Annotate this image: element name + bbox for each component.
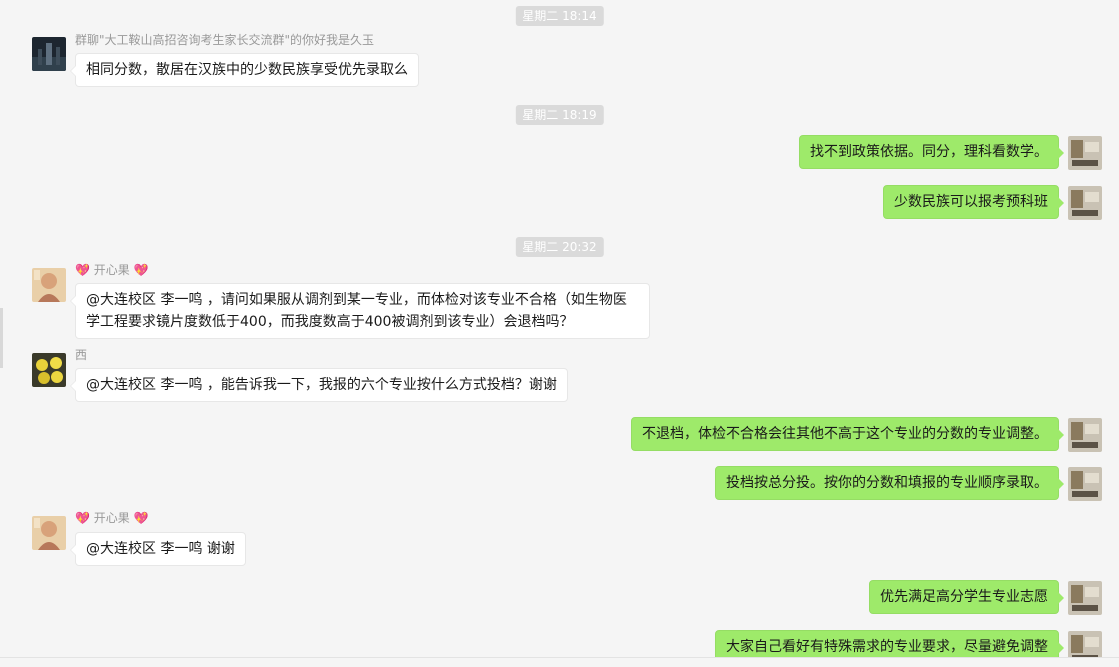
avatar-group-member[interactable] <box>32 37 66 71</box>
message-bubble-outgoing[interactable]: 优先满足高分学生专业志愿 <box>869 580 1064 614</box>
message-text: 找不到政策依据。同分，理科看数学。 <box>810 144 1048 160</box>
sender-name: 开心果 <box>93 511 130 525</box>
timestamp-2: 星期二 18:19 <box>515 105 604 125</box>
photo-avatar-icon <box>32 37 66 71</box>
photo-avatar-icon <box>32 353 66 387</box>
avatar-self[interactable] <box>1068 467 1102 501</box>
scrollbar[interactable] <box>0 308 3 368</box>
avatar-self[interactable] <box>1068 581 1102 615</box>
timestamp-3: 星期二 20:32 <box>515 237 604 257</box>
photo-avatar-icon <box>32 268 66 302</box>
message-bubble-outgoing[interactable]: 找不到政策依据。同分，理科看数学。 <box>799 135 1064 169</box>
sender-name-xi: 西 <box>75 348 88 362</box>
avatar-xi[interactable] <box>32 353 66 387</box>
message-bubble-incoming[interactable]: 相同分数，散居在汉族中的少数民族享受优先录取么 <box>70 53 419 87</box>
photo-avatar-icon <box>1068 467 1102 501</box>
message-text: 优先满足高分学生专业志愿 <box>880 589 1048 605</box>
avatar-self[interactable] <box>1068 136 1102 170</box>
photo-avatar-icon <box>1068 136 1102 170</box>
message-bubble-outgoing[interactable]: 投档按总分投。按你的分数和填报的专业顺序录取。 <box>715 466 1064 500</box>
heart-icon: 💖 <box>75 263 90 277</box>
timestamp-1: 星期二 18:14 <box>515 6 604 26</box>
message-text: @大连校区 李一鸣 ，请问如果服从调剂到某一专业，而体检对该专业不合格（如生物医… <box>86 292 627 330</box>
message-text: 相同分数，散居在汉族中的少数民族享受优先录取么 <box>86 62 408 78</box>
message-bubble-outgoing[interactable]: 少数民族可以报考预科班 <box>883 185 1064 219</box>
sender-name: 开心果 <box>93 263 130 277</box>
message-text: 大家自己看好有特殊需求的专业要求，尽量避免调整 <box>726 639 1048 655</box>
message-text: 不退档，体检不合格会往其他不高于这个专业的分数的专业调整。 <box>642 426 1048 442</box>
sender-name-kaixinguo: 💖 开心果 💖 <box>75 262 149 278</box>
sender-name-group: 群聊"大工鞍山高招咨询考生家长交流群"的你好我是久玉 <box>75 33 375 47</box>
avatar-kaixinguo[interactable] <box>32 516 66 550</box>
photo-avatar-icon <box>1068 581 1102 615</box>
photo-avatar-icon <box>1068 186 1102 220</box>
heart-icon: 💖 <box>133 263 149 277</box>
photo-avatar-icon <box>32 516 66 550</box>
heart-icon: 💖 <box>133 511 149 525</box>
message-text: @大连校区 李一鸣 谢谢 <box>86 541 235 557</box>
message-text: 少数民族可以报考预科班 <box>894 194 1048 210</box>
message-bubble-incoming[interactable]: @大连校区 李一鸣 ，能告诉我一下，我报的六个专业按什么方式投档？谢谢 <box>70 368 568 402</box>
message-bubble-incoming[interactable]: @大连校区 李一鸣 ，请问如果服从调剂到某一专业，而体检对该专业不合格（如生物医… <box>70 283 650 339</box>
sender-name-kaixinguo: 💖 开心果 💖 <box>75 510 149 526</box>
avatar-self[interactable] <box>1068 418 1102 452</box>
heart-icon: 💖 <box>75 511 90 525</box>
avatar-self[interactable] <box>1068 186 1102 220</box>
message-bubble-outgoing[interactable]: 不退档，体检不合格会往其他不高于这个专业的分数的专业调整。 <box>631 417 1064 451</box>
message-bubble-incoming[interactable]: @大连校区 李一鸣 谢谢 <box>70 532 246 566</box>
photo-avatar-icon <box>1068 418 1102 452</box>
message-text: 投档按总分投。按你的分数和填报的专业顺序录取。 <box>726 475 1048 491</box>
message-text: @大连校区 李一鸣 ，能告诉我一下，我报的六个专业按什么方式投档？谢谢 <box>86 377 557 393</box>
avatar-kaixinguo[interactable] <box>32 268 66 302</box>
